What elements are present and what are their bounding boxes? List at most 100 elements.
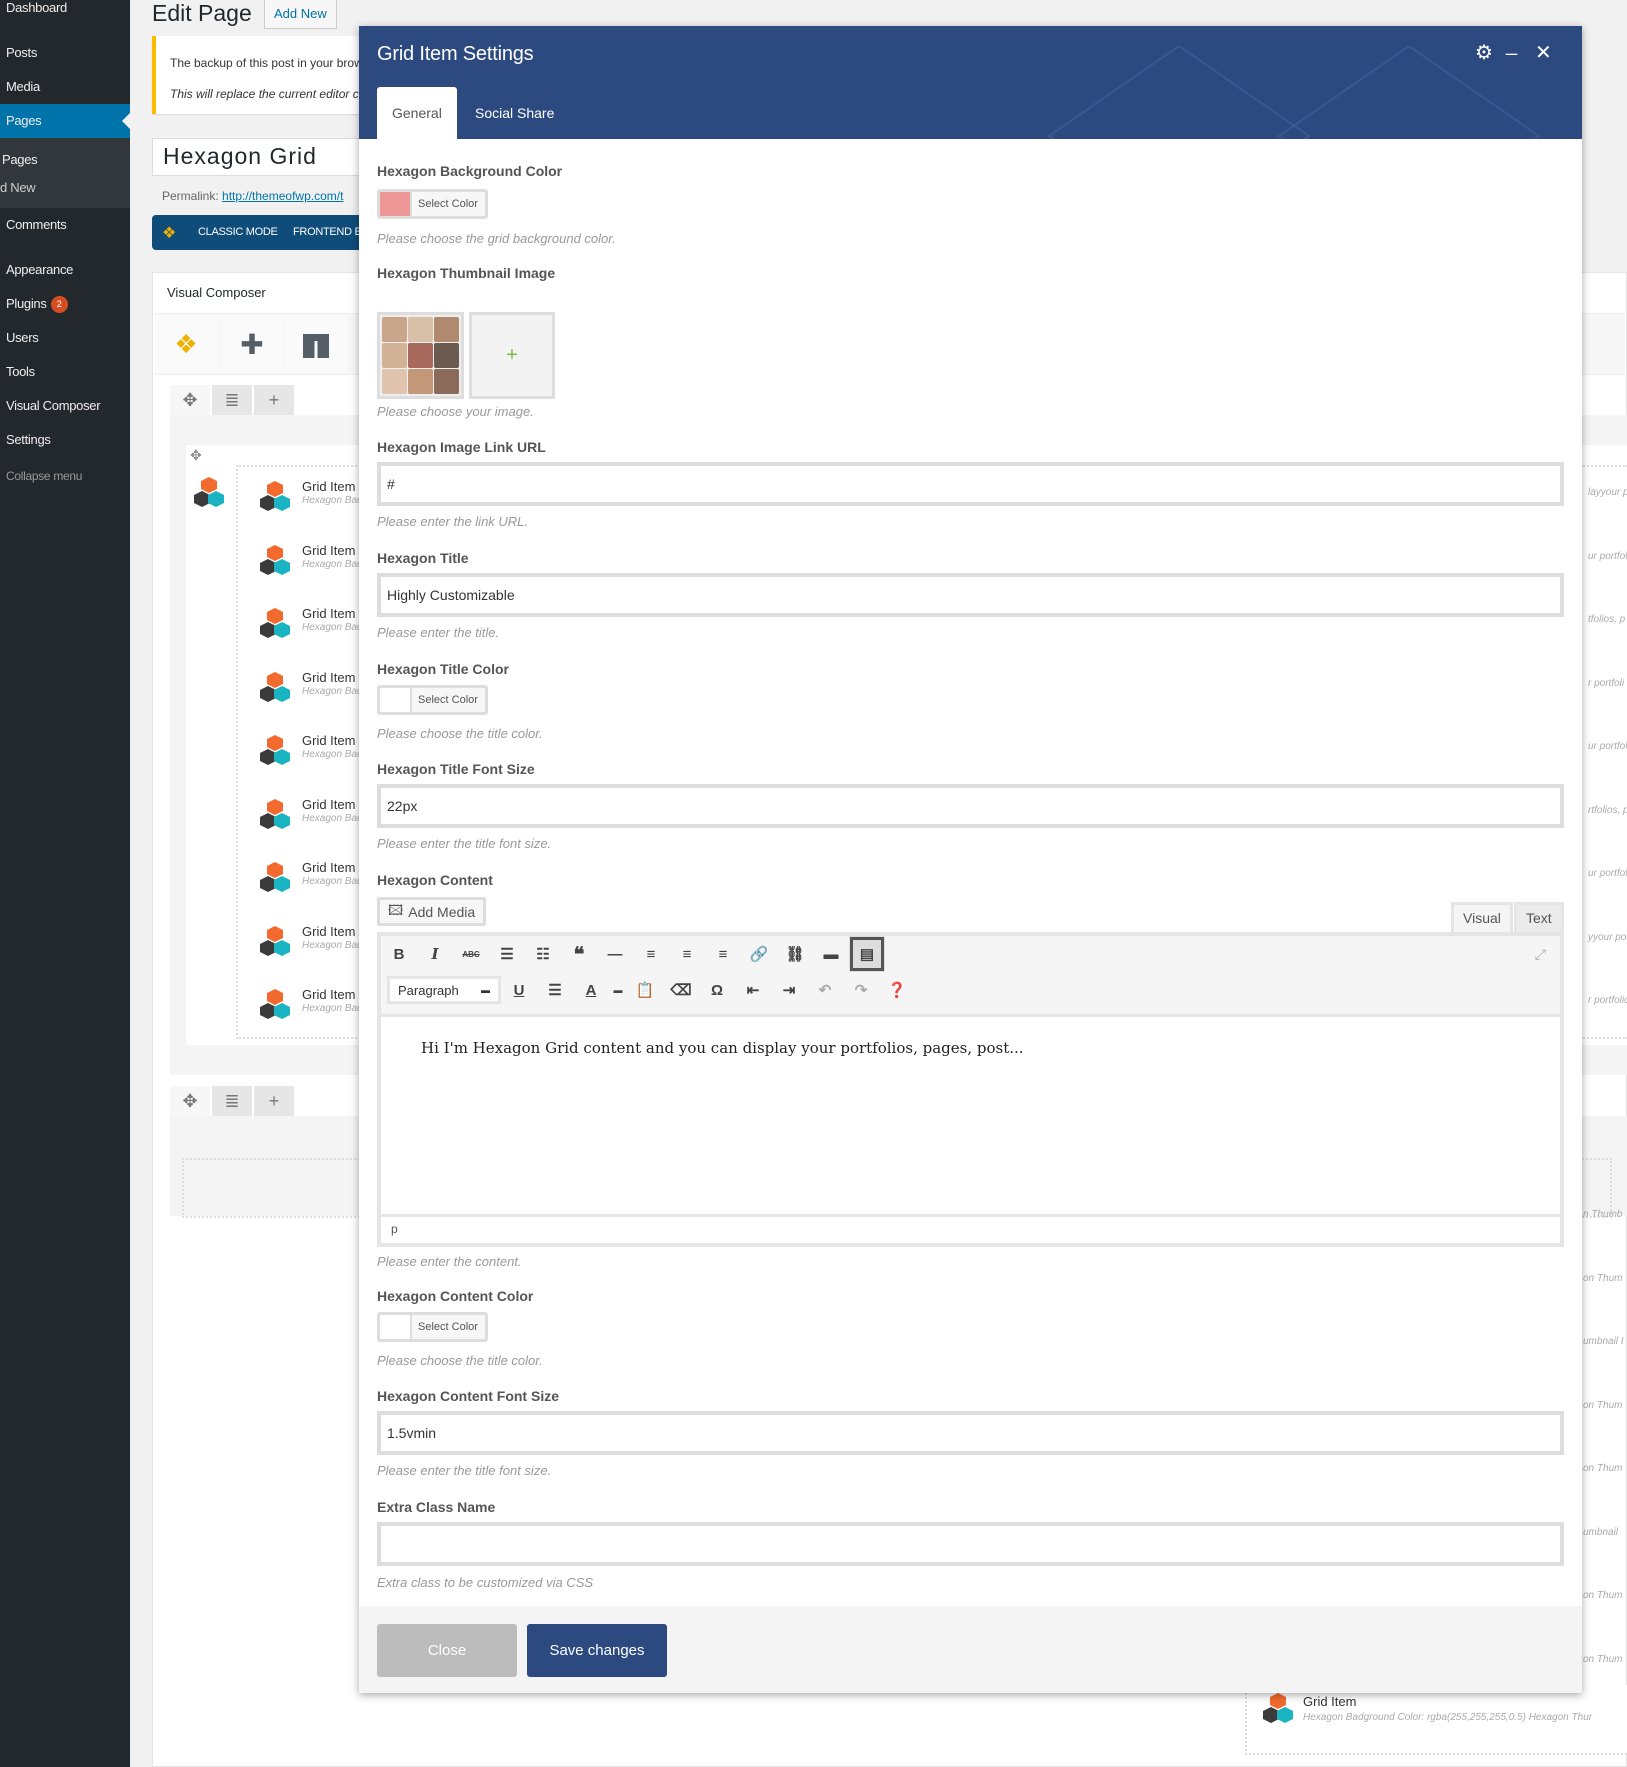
clear-formatting-icon[interactable]: ⌫ <box>663 972 699 1008</box>
sidebar-item-visual-composer[interactable]: Visual Composer <box>6 398 101 413</box>
add-column-icon[interactable]: + <box>254 385 294 415</box>
numbered-list-icon[interactable]: ☷ <box>525 936 561 972</box>
frontend-editor-button[interactable]: FRONTEND ED <box>293 226 369 238</box>
format-select[interactable]: Paragraph ▬ <box>387 976 501 1004</box>
thumbnail-image[interactable] <box>377 312 464 399</box>
grid-item-snippet: r portfolic <box>1588 995 1627 1006</box>
editor-tab-text[interactable]: Text <box>1514 902 1564 932</box>
row-layout-icon[interactable]: ≣ <box>212 385 252 415</box>
move-row-icon[interactable]: ✥ <box>170 1086 210 1116</box>
minimize-icon[interactable]: _ <box>1506 34 1517 57</box>
hexagon-grid-icon <box>192 477 226 509</box>
title-font-size-input[interactable] <box>377 784 1564 828</box>
grid-item-subtitle: Hexagon Badground Color: rgba(255,255,25… <box>1303 1712 1593 1723</box>
move-row-icon[interactable]: ✥ <box>170 385 210 415</box>
hexagon-grid-icon <box>258 735 292 767</box>
strikethrough-icon[interactable]: ABC <box>453 936 489 972</box>
content-size-help: Please enter the title font size. <box>377 1463 552 1478</box>
tab-social-share[interactable]: Social Share <box>460 87 569 139</box>
text-color-dropdown-icon[interactable]: ▬ <box>609 972 627 1008</box>
unlink-icon[interactable]: ⛓ <box>777 936 813 972</box>
page-title: Edit Page <box>152 0 252 26</box>
link-icon[interactable]: 🔗 <box>741 936 777 972</box>
close-icon[interactable]: ✕ <box>1535 40 1552 65</box>
submenu-add-new[interactable]: d New <box>0 180 36 195</box>
align-center-icon[interactable]: ≡ <box>669 936 705 972</box>
undo-icon[interactable]: ↶ <box>807 972 843 1008</box>
paste-text-icon[interactable]: 📋 <box>627 972 663 1008</box>
close-button[interactable]: Close <box>377 1624 517 1677</box>
link-url-input[interactable] <box>377 462 1564 506</box>
fullscreen-icon[interactable]: ⤢ <box>1535 946 1546 963</box>
editor-tab-visual[interactable]: Visual <box>1451 902 1513 932</box>
vc-logo-icon[interactable]: ❖ <box>155 316 217 372</box>
post-title-input[interactable]: Hexagon Grid <box>152 138 372 176</box>
add-element-button[interactable]: ✚ <box>221 316 283 372</box>
indent-icon[interactable]: ⇥ <box>771 972 807 1008</box>
underline-icon[interactable]: U <box>501 972 537 1008</box>
grid-item-snippet: ur portfol <box>1588 741 1627 752</box>
title-help: Please enter the title. <box>377 625 500 640</box>
save-changes-button[interactable]: Save changes <box>527 1624 667 1677</box>
redo-icon[interactable]: ↷ <box>843 972 879 1008</box>
sidebar-item-media[interactable]: Media <box>6 79 40 94</box>
align-left-icon[interactable]: ≡ <box>633 936 669 972</box>
bold-icon[interactable]: B <box>381 936 417 972</box>
sidebar-item-dashboard[interactable]: Dashboard <box>6 0 67 15</box>
sidebar-item-posts[interactable]: Posts <box>6 45 37 60</box>
modal-body: Hexagon Background Color Select Color Pl… <box>359 139 1582 1606</box>
sidebar-item-users[interactable]: Users <box>6 330 39 345</box>
toolbar-toggle-icon[interactable]: ▤ <box>849 936 885 972</box>
hexagon-title-input[interactable] <box>377 573 1564 617</box>
grid-item[interactable]: Grid Item Hexagon Badground Color: rgba(… <box>1245 1685 1627 1755</box>
sidebar-item-tools[interactable]: Tools <box>6 364 35 379</box>
read-more-icon[interactable]: ▬ <box>813 936 849 972</box>
gear-icon[interactable]: ⚙ <box>1475 40 1493 65</box>
justify-icon[interactable]: ☰ <box>537 972 573 1008</box>
extra-class-input[interactable] <box>377 1522 1564 1566</box>
content-font-size-input[interactable] <box>377 1411 1564 1455</box>
sidebar-item-comments[interactable]: Comments <box>6 217 67 232</box>
layout-icon <box>303 334 329 358</box>
sidebar-item-plugins[interactable]: Plugins 2 <box>6 296 68 313</box>
submenu-all-pages[interactable]: Pages <box>2 152 38 167</box>
help-icon[interactable]: ❓ <box>879 972 915 1008</box>
add-column-icon[interactable]: + <box>254 1086 294 1116</box>
bg-color-help: Please choose the grid background color. <box>377 231 616 246</box>
content-color-picker[interactable]: Select Color <box>377 1312 488 1342</box>
tab-general[interactable]: General <box>377 87 457 139</box>
align-right-icon[interactable]: ≡ <box>705 936 741 972</box>
row-layout-icon[interactable]: ≣ <box>212 1086 252 1116</box>
add-new-button[interactable]: Add New <box>264 0 337 29</box>
templates-button[interactable] <box>285 316 347 372</box>
editor-content-area[interactable]: Hi I'm Hexagon Grid content and you can … <box>381 1014 1560 1214</box>
modal-footer: Close Save changes <box>359 1606 1582 1693</box>
text-color-icon[interactable]: A <box>573 972 609 1008</box>
classic-mode-button[interactable]: CLASSIC MODE <box>198 226 278 238</box>
grid-item-title: Grid Item <box>302 669 356 685</box>
italic-icon[interactable]: I <box>417 936 453 972</box>
permalink-link[interactable]: http://themeofwp.com/t <box>222 189 343 203</box>
row-controls-2: ✥ ≣ + <box>170 1086 296 1116</box>
select-color-label: Select Color <box>418 694 478 706</box>
title-color-picker[interactable]: Select Color <box>377 685 488 715</box>
bullet-list-icon[interactable]: ☰ <box>489 936 525 972</box>
sidebar-submenu <box>0 138 130 208</box>
bg-color-picker[interactable]: Select Color <box>377 189 488 219</box>
add-media-button[interactable]: 🖾 Add Media <box>377 897 487 926</box>
move-element-icon[interactable]: ✥ <box>190 447 202 464</box>
special-character-icon[interactable]: Ω <box>699 972 735 1008</box>
select-color-label: Select Color <box>418 198 478 210</box>
outdent-icon[interactable]: ⇤ <box>735 972 771 1008</box>
grid-item-title: Grid Item <box>302 733 356 748</box>
sidebar-item-appearance[interactable]: Appearance <box>6 262 73 277</box>
sidebar-item-settings[interactable]: Settings <box>6 432 51 447</box>
hexagon-grid-icon <box>258 989 292 1021</box>
collapse-menu[interactable]: Collapse menu <box>6 469 82 483</box>
add-image-button[interactable]: + <box>469 312 555 399</box>
blockquote-icon[interactable]: ❝ <box>561 936 597 972</box>
sidebar-item-pages[interactable]: Pages <box>6 113 42 128</box>
grid-item-snippet: rtfolios, p <box>1588 804 1627 816</box>
link-help: Please enter the link URL. <box>377 514 529 529</box>
horizontal-line-icon[interactable]: — <box>597 936 633 972</box>
